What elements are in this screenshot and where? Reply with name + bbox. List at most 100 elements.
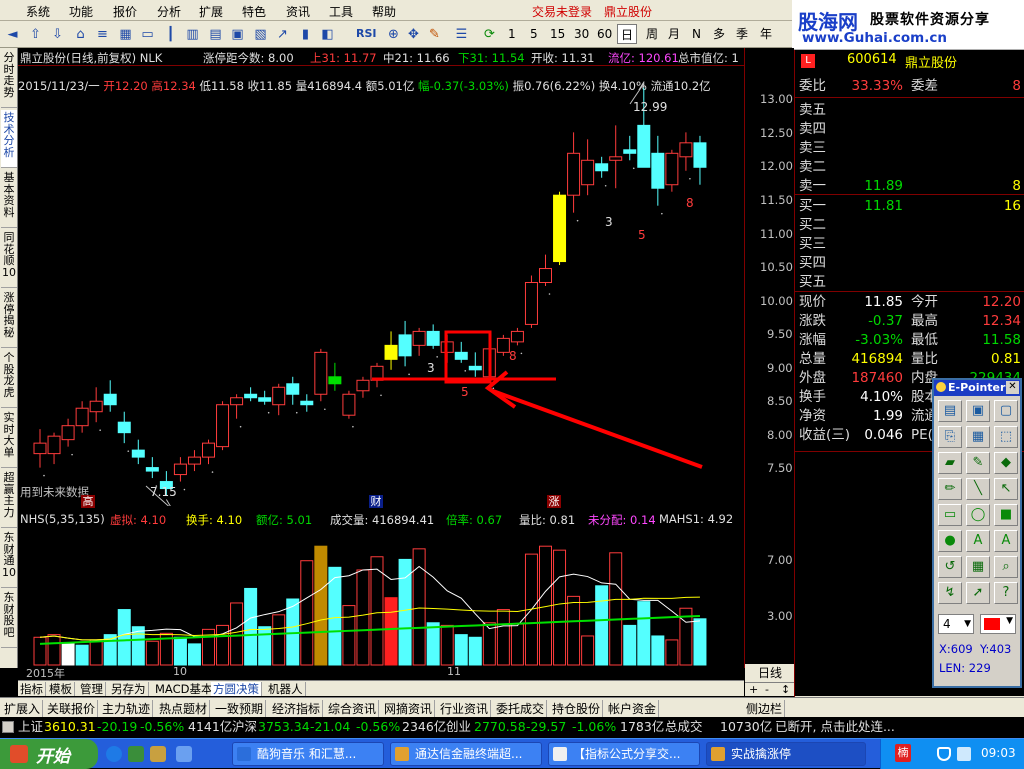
list-icon[interactable]: L (801, 54, 815, 68)
line-icon[interactable]: ╲ (966, 478, 990, 500)
trade-status[interactable]: 交易未登录 (532, 3, 592, 20)
tab-fangyuan-decision[interactable]: 方圆决策 (211, 682, 262, 696)
sidebar-toggle[interactable]: 侧边栏 (744, 700, 786, 717)
calendar-icon[interactable]: ▣ (228, 25, 247, 44)
tab-account-funds[interactable]: 帐户资金 (606, 700, 660, 717)
filled-ellipse-icon[interactable]: ● (938, 530, 962, 552)
menu-tools[interactable]: 工具 (329, 3, 353, 20)
period-n[interactable]: N (689, 24, 704, 44)
tab-indicator[interactable]: 指标 (18, 682, 46, 696)
connection-status[interactable]: 已断开, 点击此处连... (775, 717, 895, 737)
tab-template[interactable]: 模板 (47, 682, 75, 696)
close-icon[interactable]: ✕ (1006, 381, 1019, 394)
task-kugou[interactable]: 酷狗音乐 和汇慧... (232, 742, 384, 766)
tab-realtime-orders[interactable]: 实时大单 (1, 410, 17, 468)
move-icon[interactable]: ✥ (404, 25, 423, 44)
tab-extension-in[interactable]: 扩展入 (2, 700, 44, 717)
quicklaunch-icon[interactable] (128, 746, 144, 762)
tab-composite-news[interactable]: 综合资讯 (326, 700, 380, 717)
task-limit-up[interactable]: 实战擒涨停 (706, 742, 866, 766)
list-icon[interactable]: ≡ (93, 25, 112, 44)
tab-super-main-force[interactable]: 超赢主力 (1, 470, 17, 528)
tab-consensus[interactable]: 一致预期 (213, 700, 267, 717)
grid-icon[interactable]: ▦ (116, 25, 135, 44)
down-arrow-icon[interactable]: ⇩ (48, 25, 67, 44)
ime-icon[interactable]: 楠 (895, 744, 911, 762)
refresh-icon[interactable]: ⟳ (480, 25, 499, 44)
up-arrow-icon[interactable]: ⇧ (26, 25, 45, 44)
zoom-icon[interactable]: ⊕ (384, 25, 403, 44)
menu-analysis[interactable]: 分析 (157, 3, 181, 20)
tab-manage[interactable]: 管理 (78, 682, 106, 696)
desktop-icon[interactable] (150, 746, 166, 762)
tab-economic-indicators[interactable]: 经济指标 (270, 700, 324, 717)
flag-high[interactable]: 高 (81, 495, 95, 508)
period-multi[interactable]: 多 (710, 24, 728, 44)
period-60min[interactable]: 60 (594, 24, 615, 44)
compare-icon[interactable]: ◧ (318, 25, 337, 44)
period-week[interactable]: 周 (643, 24, 661, 44)
grid-icon[interactable]: ▦ (966, 556, 990, 578)
tab-hot-topics[interactable]: 热点题材 (157, 700, 211, 717)
flag-rise[interactable]: 涨 (547, 495, 561, 508)
network-icon[interactable] (957, 747, 971, 761)
period-label[interactable]: 日线 (745, 664, 795, 682)
pencil-icon[interactable]: ✏ (938, 478, 962, 500)
tab-save-as[interactable]: 另存为 (109, 682, 149, 696)
trend-icon[interactable]: ↗ (273, 25, 292, 44)
text-outline-icon[interactable]: A (994, 530, 1018, 552)
ellipse-icon[interactable]: ◯ (966, 504, 990, 526)
tab-ths10[interactable]: 同花顺10 (1, 230, 17, 288)
window-icon[interactable]: ▭ (138, 25, 157, 44)
kline-icon[interactable]: ┃ (161, 25, 180, 44)
ie-icon[interactable] (106, 746, 122, 762)
sh-label[interactable]: 上证 (18, 717, 43, 737)
zoom-in-icon[interactable]: + (749, 683, 758, 696)
rsi-button[interactable]: RSI (356, 27, 377, 40)
zoom-controls[interactable]: + - ↕ (745, 682, 795, 696)
tab-positions[interactable]: 持仓股份 (550, 700, 604, 717)
tab-limit-up-reveal[interactable]: 涨停揭秘 (1, 290, 17, 348)
tab-dragon-tiger[interactable]: 个股龙虎 (1, 350, 17, 408)
close-window-icon[interactable]: ▢ (994, 400, 1018, 422)
tab-web-news[interactable]: 网摘资讯 (382, 700, 436, 717)
period-month[interactable]: 月 (665, 24, 683, 44)
pointer-icon[interactable]: ➚ (966, 582, 990, 604)
help-icon[interactable]: ? (994, 582, 1018, 604)
undo-icon[interactable]: ↺ (938, 556, 962, 578)
task-tdx-terminal[interactable]: 通达信金融终端超... (390, 742, 542, 766)
histogram-icon[interactable]: ▮ (296, 25, 315, 44)
menu-quote[interactable]: 报价 (113, 3, 137, 20)
bars-icon[interactable]: ▥ (183, 25, 202, 44)
tab-robot[interactable]: 机器人 (266, 682, 306, 696)
picker-icon[interactable]: ✎ (966, 452, 990, 474)
tab-intraday[interactable]: 分时走势 (1, 50, 17, 108)
tab-macd-basic[interactable]: MACD基本 (153, 682, 216, 696)
menu-help[interactable]: 帮助 (372, 3, 396, 20)
back-icon[interactable]: ◄ (3, 25, 22, 44)
rect-icon[interactable]: ▭ (938, 504, 962, 526)
tab-industry-news[interactable]: 行业资讯 (438, 700, 492, 717)
news-icon[interactable]: ▤ (206, 25, 225, 44)
start-button[interactable]: 开始 (0, 739, 98, 769)
menu-extension[interactable]: 扩展 (199, 3, 223, 20)
tab-fundamentals[interactable]: 基本资料 (1, 170, 17, 228)
period-1min[interactable]: 1 (505, 24, 519, 44)
home-icon[interactable]: ⌂ (71, 25, 90, 44)
menu-news[interactable]: 资讯 (286, 3, 310, 20)
period-5min[interactable]: 5 (527, 24, 541, 44)
pencil-icon[interactable]: ✎ (425, 25, 444, 44)
open-icon[interactable]: ▤ (938, 400, 962, 422)
select-icon[interactable]: ⬚ (994, 426, 1018, 448)
task-formula-share[interactable]: 【指标公式分享交... (548, 742, 700, 766)
text-icon[interactable]: A (966, 530, 990, 552)
polyline-icon[interactable]: ↯ (938, 582, 962, 604)
fit-icon[interactable]: ↕ (781, 683, 790, 696)
save-icon[interactable]: ▣ (966, 400, 990, 422)
period-15min[interactable]: 15 (547, 24, 568, 44)
explorer-icon[interactable] (176, 746, 192, 762)
magnifier-icon[interactable]: ⌕ (994, 556, 1018, 578)
menu-system[interactable]: 系统 (26, 3, 50, 20)
menu-function[interactable]: 功能 (69, 3, 93, 20)
vol-indicator-name[interactable]: NHS(5,35,135) (20, 512, 105, 526)
